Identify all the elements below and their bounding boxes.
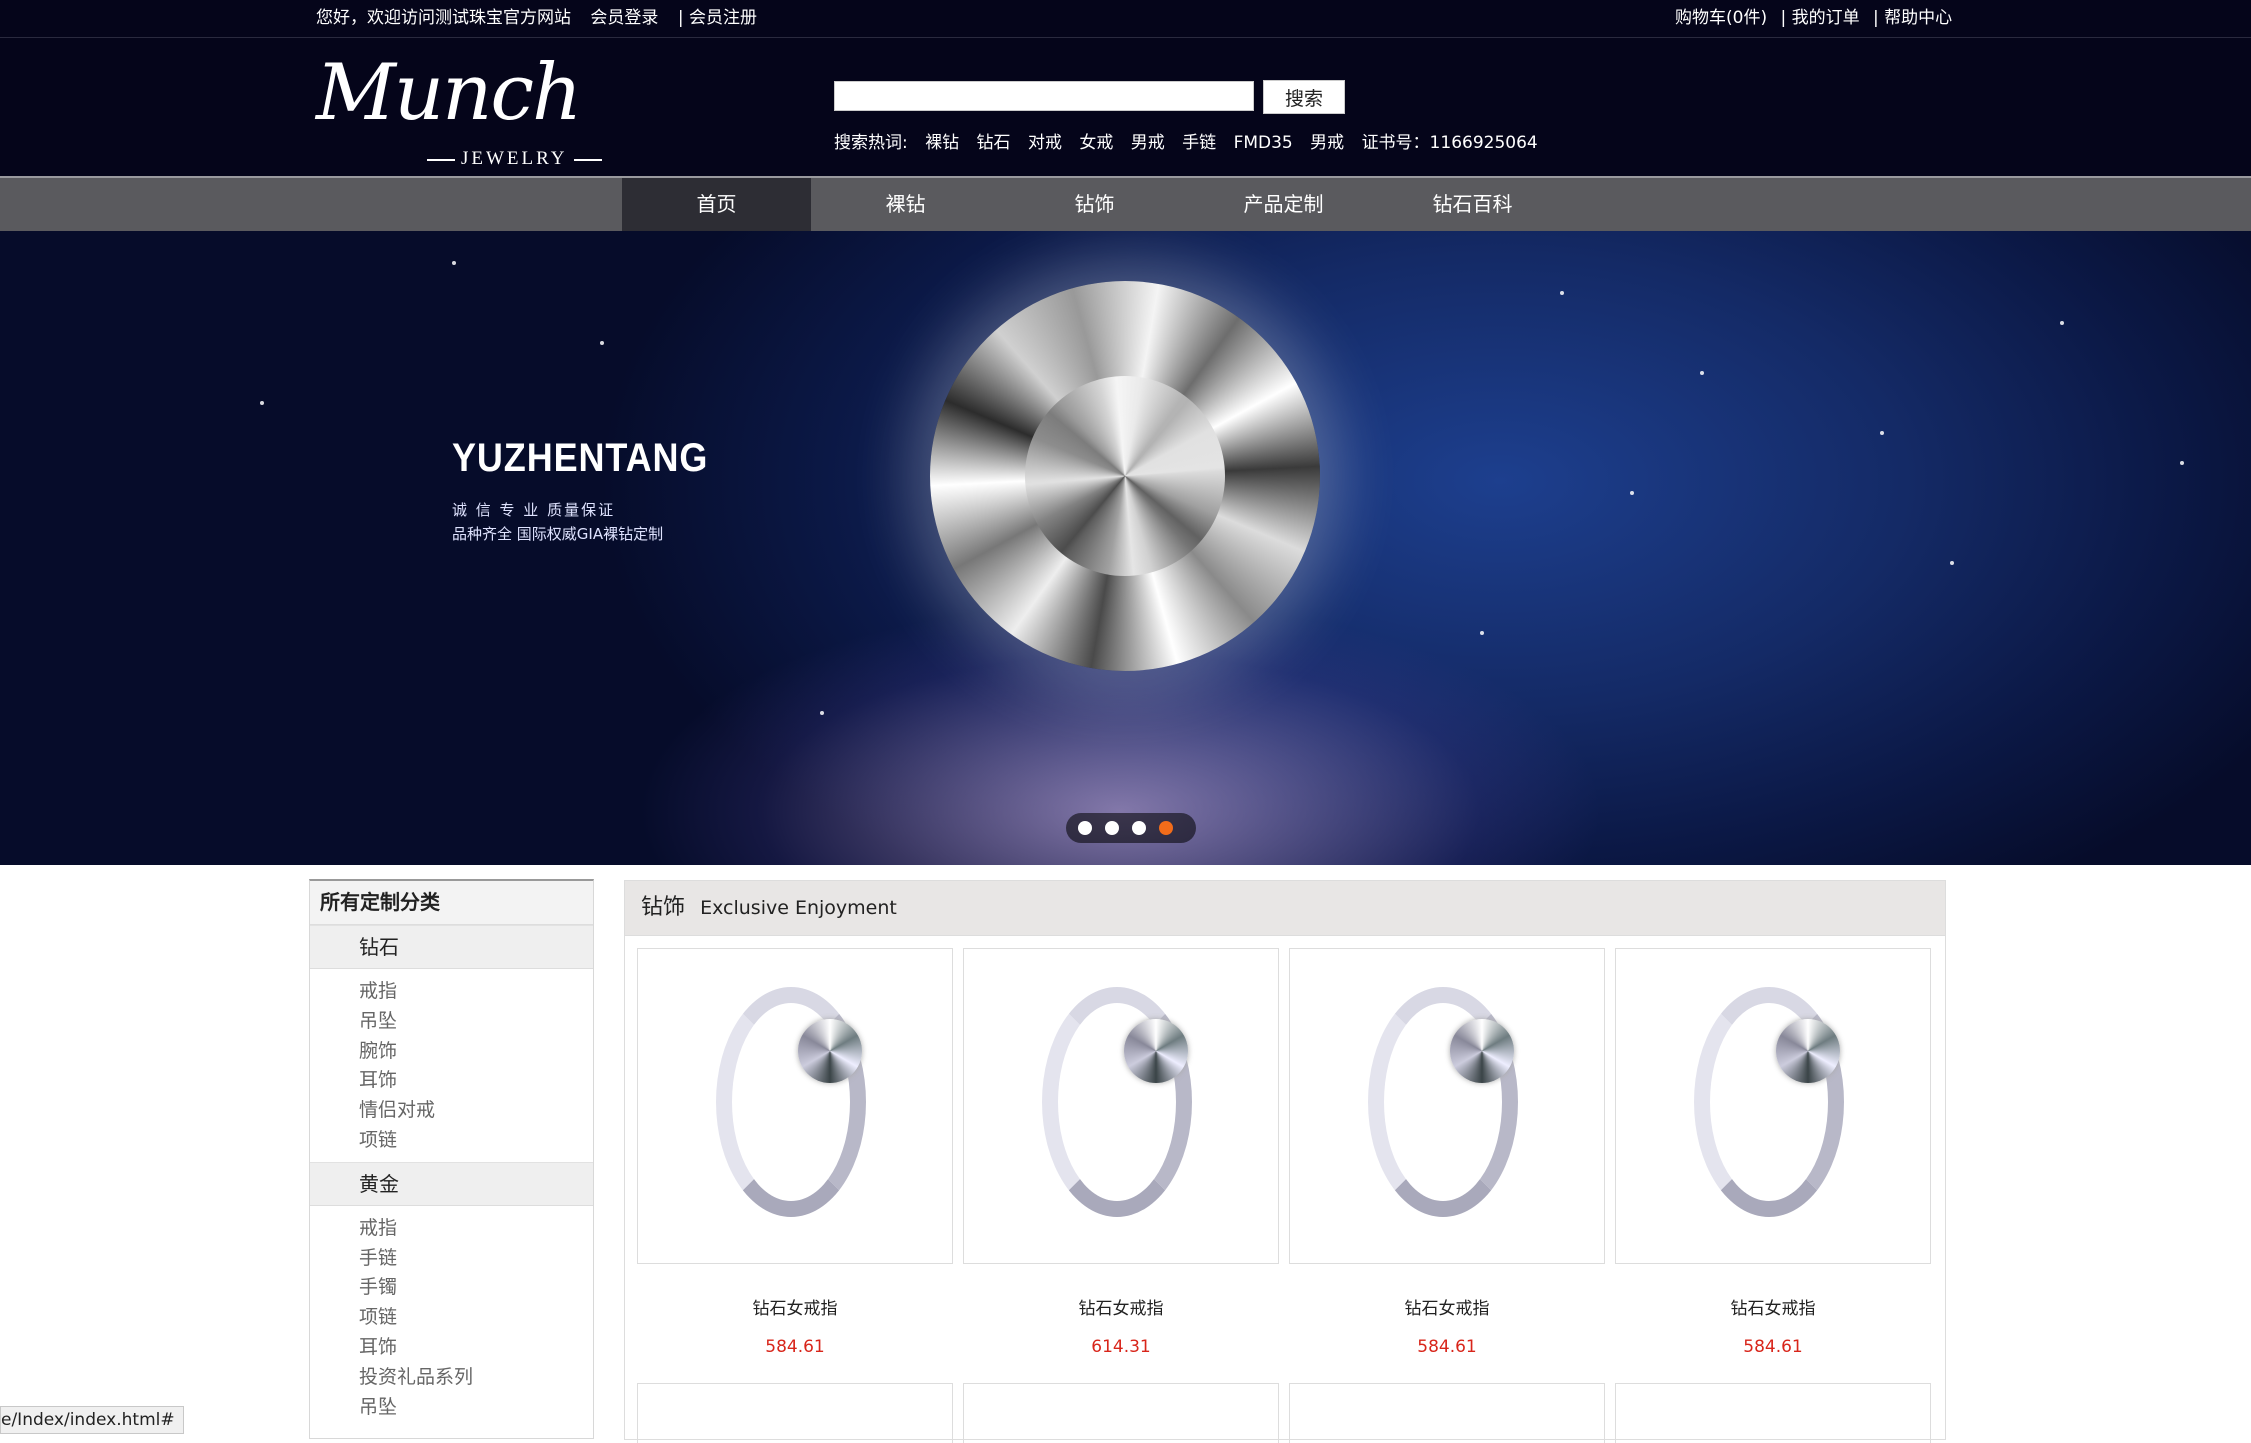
status-bar-url: e/Index/index.html# [0,1406,184,1434]
hot-term[interactable]: FMD35 [1234,133,1293,153]
search-input[interactable] [834,81,1254,111]
product-card[interactable]: 钻石女戒指 584.61 [1615,948,1931,1357]
sidebar-item[interactable]: 戒指 [359,1214,593,1244]
sidebar-item[interactable]: 腕饰 [359,1037,593,1067]
product-card[interactable]: 钻石女戒指 584.61 [1289,948,1605,1357]
nav-item-home[interactable]: 首页 [622,178,811,231]
product-panel: 钻饰 Exclusive Enjoyment 钻石女戒指 584.61 钻石女戒… [624,880,1946,1443]
product-card[interactable]: 钻石女戒指 614.31 [963,948,1279,1357]
hot-term[interactable]: 男戒 [1131,133,1165,153]
banner-tagline: 诚 信 专 业 质量保证 [452,501,616,519]
sidebar-item[interactable]: 吊坠 [359,1393,593,1423]
panel-header: 钻饰 Exclusive Enjoyment [625,881,1945,936]
product-image[interactable] [1289,948,1605,1264]
nav-item-custom[interactable]: 产品定制 [1189,178,1378,231]
sidebar-list-diamond: 戒指 吊坠 腕饰 耳饰 情侣对戒 项链 [310,969,593,1162]
top-bar: 您好，欢迎访问测试珠宝官方网站 会员登录 | 会员注册 购物车(0件) | 我的… [0,0,2251,38]
hot-term[interactable]: 女戒 [1079,133,1113,153]
slide-dot[interactable] [1105,821,1119,835]
sidebar-list-gold: 戒指 手链 手镯 项链 耳饰 投资礼品系列 吊坠 [310,1206,593,1429]
sidebar-item[interactable]: 耳饰 [359,1066,593,1096]
sidebar-item[interactable]: 手镯 [359,1273,593,1303]
sidebar-group-gold[interactable]: 黄金 [310,1161,593,1206]
main-nav: 首页 裸钻 钻饰 产品定制 钻石百科 [0,176,2251,231]
slide-dot[interactable] [1078,821,1092,835]
product-image[interactable] [637,948,953,1264]
hot-label: 搜索热词: [834,133,908,153]
category-sidebar: 所有定制分类 钻石 戒指 吊坠 腕饰 耳饰 情侣对戒 项链 黄金 戒指 手链 手… [309,879,594,1439]
sidebar-item[interactable]: 耳饰 [359,1333,593,1363]
search-button[interactable]: 搜索 [1263,80,1345,114]
nav-item-encyclopedia[interactable]: 钻石百科 [1378,178,1567,231]
hero-banner[interactable]: YUZHENTANG 诚 信 专 业 质量保证 品种齐全 国际权威GIA裸钻定制 [0,231,2251,865]
hot-term[interactable]: 证书号：1166925064 [1362,133,1538,153]
product-name[interactable]: 钻石女戒指 [1615,1294,1931,1319]
product-card-partial[interactable] [963,1383,1279,1443]
slide-dot-active[interactable] [1159,821,1173,835]
banner-brand: YUZHENTANG [452,436,709,480]
hot-term[interactable]: 男戒 [1310,133,1344,153]
product-price: 584.61 [765,1337,825,1357]
hot-search-terms: 搜索热词: 裸钻 钻石 对戒 女戒 男戒 手链 FMD35 男戒 证书号：116… [834,128,1550,153]
slide-indicators [1066,813,1196,843]
product-price: 584.61 [1417,1337,1477,1357]
panel-subtitle: Exclusive Enjoyment [700,897,897,919]
topbar-right: 购物车(0件) | 我的订单 | 帮助中心 [1675,0,1960,37]
login-link[interactable]: 会员登录 [590,8,658,28]
nav-item-diamond-jewelry[interactable]: 钻饰 [1000,178,1189,231]
sidebar-item[interactable]: 投资礼品系列 [359,1363,593,1393]
sidebar-item[interactable]: 项链 [359,1126,593,1156]
hot-term[interactable]: 手链 [1182,133,1216,153]
sidebar-item[interactable]: 手链 [359,1244,593,1274]
cart-link[interactable]: 购物车(0件) [1675,8,1767,28]
product-price: 584.61 [1743,1337,1803,1357]
hot-term[interactable]: 对戒 [1028,133,1062,153]
product-card[interactable]: 钻石女戒指 584.61 [637,948,953,1357]
sidebar-item[interactable]: 项链 [359,1303,593,1333]
product-name[interactable]: 钻石女戒指 [963,1294,1279,1319]
slide-dot[interactable] [1132,821,1146,835]
product-card-partial[interactable] [1615,1383,1931,1443]
product-name[interactable]: 钻石女戒指 [637,1294,953,1319]
product-card-partial[interactable] [637,1383,953,1443]
register-link[interactable]: | 会员注册 [678,8,757,28]
nav-item-loose-diamonds[interactable]: 裸钻 [811,178,1000,231]
product-price: 614.31 [1091,1337,1151,1357]
topbar-left: 您好，欢迎访问测试珠宝官方网站 会员登录 | 会员注册 [316,0,771,37]
hot-term[interactable]: 钻石 [977,133,1011,153]
sidebar-item[interactable]: 情侣对戒 [359,1096,593,1126]
banner-tagline: 品种齐全 国际权威GIA裸钻定制 [452,525,664,543]
sidebar-item[interactable]: 吊坠 [359,1007,593,1037]
sidebar-group-diamond[interactable]: 钻石 [310,925,593,969]
product-image[interactable] [963,948,1279,1264]
orders-link[interactable]: | 我的订单 [1781,8,1860,28]
product-image[interactable] [1615,948,1931,1264]
sidebar-item[interactable]: 戒指 [359,977,593,1007]
help-link[interactable]: | 帮助中心 [1873,8,1952,28]
logo-script: Munch [316,48,582,138]
panel-title: 钻饰 [641,895,686,920]
product-name[interactable]: 钻石女戒指 [1289,1294,1605,1319]
welcome-text: 您好，欢迎访问测试珠宝官方网站 [316,8,571,28]
sidebar-title: 所有定制分类 [310,881,593,925]
logo-subtitle: JEWELRY [421,148,608,170]
diamond-image [930,281,1320,671]
product-card-partial[interactable] [1289,1383,1605,1443]
header: Munch JEWELRY 搜索 搜索热词: 裸钻 钻石 对戒 女戒 男戒 手链… [0,38,2251,176]
hot-term[interactable]: 裸钻 [925,133,959,153]
logo[interactable]: Munch JEWELRY [316,48,636,170]
